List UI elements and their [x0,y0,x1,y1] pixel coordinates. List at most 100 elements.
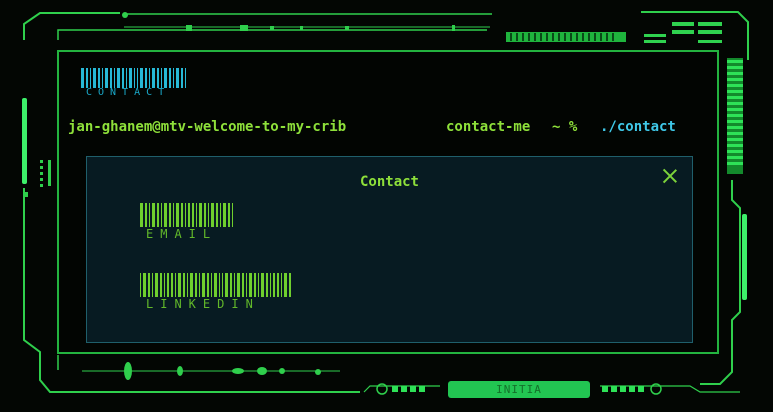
email-link[interactable]: EMAIL [140,203,240,243]
linkedin-barcode [140,273,293,297]
barcode-bar [180,203,183,227]
barcode-bar [172,203,174,227]
barcode-bar [152,68,156,88]
barcode-bar [194,273,197,297]
barcode-bar [281,273,283,297]
barcode-bar [190,273,193,297]
barcode-bar [154,273,158,297]
barcode-bar [246,273,247,297]
barcode-bar [184,203,186,227]
barcode-bar [211,203,215,227]
barcode-bar [249,273,252,297]
barcode-bar [109,68,112,88]
barcode-bar [272,273,276,297]
linkedin-link[interactable]: LINKEDIN [140,273,300,313]
barcode-bar [228,203,231,227]
barcode-bar [140,273,141,297]
barcode-bar [204,203,207,227]
barcode-bar [137,68,139,88]
prompt-command: ./contact [600,119,676,135]
barcode-bar [225,273,229,297]
barcode-bar [92,68,96,88]
barcode-bar [113,68,115,88]
contact-barcode-logo [81,68,188,88]
barcode-bar [163,273,165,297]
barcode-bar [173,68,175,88]
barcode-bar [144,203,147,227]
barcode-bar [213,273,217,297]
barcode-bar [149,68,151,88]
barcode-bar [104,68,108,88]
barcode-bar [164,68,168,88]
barcode-bar [128,68,132,88]
contact-modal: Contact EMAIL LINKEDIN [86,156,693,343]
barcode-bar [121,68,124,88]
barcode-bar [169,68,172,88]
barcode-bar [199,203,203,227]
barcode-bar [253,273,256,297]
barcode-bar [187,203,191,227]
barcode-bar [230,273,233,297]
barcode-caption: CONTACT [86,87,171,98]
barcode-bar [140,68,144,88]
barcode-bar [151,273,153,297]
barcode-bar [284,273,288,297]
barcode-bar [183,273,186,297]
barcode-bar [269,273,271,297]
barcode-bar [260,273,264,297]
barcode-bar [196,203,198,227]
prompt-user-host: jan-ghanem@mtv-welcome-to-my-crib [68,119,347,135]
barcode-bar [147,273,150,297]
barcode-bar [208,203,210,227]
barcode-bar [101,68,103,88]
barcode-bar [181,68,184,88]
barcode-bar [81,68,84,88]
barcode-bar [163,203,167,227]
barcode-bar [125,68,127,88]
barcode-bar [222,273,224,297]
barcode-bar [216,203,219,227]
barcode-bar [223,203,227,227]
modal-title: Contact [359,174,419,190]
barcode-bar [97,68,100,88]
terminal-prompt: jan-ghanem@mtv-welcome-to-my-crib contac… [68,119,676,135]
barcode-bar [210,273,212,297]
barcode-bar [168,203,171,227]
email-barcode [140,203,235,227]
barcode-bar [277,273,280,297]
barcode-bar [206,273,209,297]
barcode-bar [234,273,236,297]
barcode-bar [289,273,292,297]
barcode-bar [176,68,180,88]
barcode-bar [133,68,136,88]
barcode-bar [148,203,150,227]
barcode-bar [185,68,187,88]
barcode-bar [116,68,120,88]
barcode-bar [140,203,143,227]
barcode-bar [201,273,205,297]
barcode-bar [166,273,170,297]
linkedin-link-label: LINKEDIN [146,297,260,311]
barcode-bar [232,203,233,227]
barcode-bar [151,203,155,227]
barcode-bar [145,68,148,88]
barcode-bar [175,273,177,297]
close-icon[interactable] [660,166,680,186]
barcode-bar [175,203,179,227]
barcode-bar [218,273,221,297]
barcode-bar [220,203,222,227]
barcode-bar [171,273,174,297]
barcode-bar [156,203,159,227]
barcode-bar [242,273,245,297]
barcode-bar [178,273,182,297]
barcode-bar [265,273,268,297]
prompt-symbol: ~ % [552,119,578,135]
barcode-bar [142,273,146,297]
email-link-label: EMAIL [146,227,218,241]
barcode-bar [85,68,88,88]
barcode-bar [187,273,189,297]
barcode-bar [192,203,195,227]
status-pill: INITIA [448,381,590,398]
barcode-bar [161,68,163,88]
barcode-bar [160,203,162,227]
